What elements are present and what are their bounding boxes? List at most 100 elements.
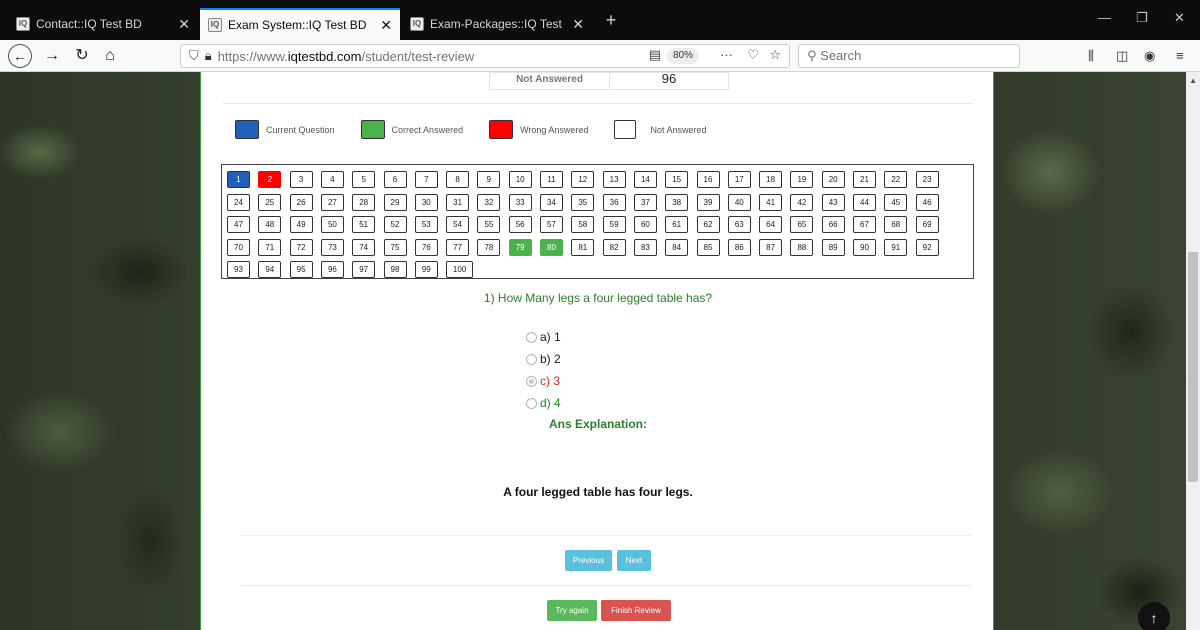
question-number-button[interactable]: 23 bbox=[915, 171, 939, 188]
question-number-button[interactable]: 34 bbox=[540, 193, 563, 211]
question-number-button[interactable]: 68 bbox=[884, 216, 908, 234]
question-number-button[interactable]: 40 bbox=[727, 193, 751, 211]
question-number-button[interactable]: 75 bbox=[383, 238, 407, 256]
page-scrollbar[interactable]: ▲ bbox=[1186, 72, 1200, 630]
question-number-button[interactable]: 21 bbox=[853, 171, 876, 188]
library-icon[interactable]: ⫼ bbox=[1088, 48, 1094, 64]
question-number-button[interactable]: 38 bbox=[665, 193, 689, 211]
sidebar-icon[interactable]: ◫ bbox=[1116, 48, 1128, 64]
question-number-button[interactable]: 46 bbox=[915, 193, 939, 211]
question-number-button[interactable]: 29 bbox=[383, 193, 407, 211]
question-number-button[interactable]: 37 bbox=[633, 193, 657, 211]
question-number-button[interactable]: 5 bbox=[352, 171, 376, 188]
question-number-button[interactable]: 39 bbox=[696, 193, 720, 211]
question-number-button[interactable]: 55 bbox=[477, 216, 501, 234]
question-number-button[interactable]: 35 bbox=[571, 193, 595, 211]
question-number-button[interactable]: 36 bbox=[602, 193, 626, 211]
question-number-button[interactable]: 33 bbox=[508, 193, 532, 211]
question-number-button[interactable]: 28 bbox=[352, 193, 376, 211]
scroll-up-arrow-icon[interactable]: ▲ bbox=[1189, 76, 1197, 85]
question-number-button[interactable]: 4 bbox=[320, 171, 344, 188]
question-number-button[interactable]: 47 bbox=[227, 216, 250, 234]
question-number-button[interactable]: 76 bbox=[414, 238, 438, 256]
finish-review-button[interactable]: Finish Review bbox=[601, 600, 671, 621]
question-number-button[interactable]: 3 bbox=[289, 171, 313, 188]
question-number-button[interactable]: 81 bbox=[571, 238, 595, 256]
forward-arrow-icon[interactable]: → bbox=[40, 44, 64, 68]
try-again-button[interactable]: Try again bbox=[547, 600, 597, 621]
question-number-button[interactable]: 99 bbox=[414, 261, 438, 279]
question-number-button[interactable]: 56 bbox=[508, 216, 532, 234]
question-number-button[interactable]: 87 bbox=[759, 238, 783, 256]
question-number-button[interactable]: 98 bbox=[383, 261, 407, 279]
question-number-button[interactable]: 1 bbox=[227, 171, 250, 188]
question-number-button[interactable]: 60 bbox=[633, 216, 657, 234]
question-number-button[interactable]: 10 bbox=[508, 171, 532, 188]
question-number-button[interactable]: 8 bbox=[446, 171, 470, 188]
search-input[interactable]: ⚲ Search bbox=[798, 44, 1020, 68]
option-a[interactable]: a) 1 bbox=[526, 326, 561, 348]
question-number-button[interactable]: 59 bbox=[602, 216, 626, 234]
question-number-button[interactable]: 78 bbox=[477, 238, 501, 256]
tab-exam-packages[interactable]: IQ Exam-Packages::IQ Test BD ✕ bbox=[402, 8, 592, 40]
question-number-button[interactable]: 90 bbox=[853, 238, 876, 256]
option-b[interactable]: b) 2 bbox=[526, 348, 561, 370]
question-number-button[interactable]: 93 bbox=[227, 261, 250, 279]
reload-icon[interactable]: ↻ bbox=[70, 44, 94, 68]
question-number-button[interactable]: 73 bbox=[320, 238, 344, 256]
question-number-button[interactable]: 57 bbox=[540, 216, 563, 234]
question-number-button[interactable]: 9 bbox=[477, 171, 501, 188]
question-number-button[interactable]: 89 bbox=[821, 238, 845, 256]
question-number-button[interactable]: 63 bbox=[727, 216, 751, 234]
next-button[interactable]: Next bbox=[617, 550, 651, 571]
question-number-button[interactable]: 11 bbox=[540, 171, 563, 188]
question-number-button[interactable]: 95 bbox=[289, 261, 313, 279]
question-number-button[interactable]: 94 bbox=[258, 261, 282, 279]
question-number-button[interactable]: 49 bbox=[289, 216, 313, 234]
question-number-button[interactable]: 43 bbox=[821, 193, 845, 211]
option-c[interactable]: c) 3 bbox=[526, 370, 561, 392]
account-icon[interactable]: ◉ bbox=[1144, 48, 1155, 64]
minimize-icon[interactable]: — bbox=[1098, 10, 1111, 25]
restore-icon[interactable]: ❐ bbox=[1136, 10, 1148, 26]
question-number-button[interactable]: 14 bbox=[633, 171, 657, 188]
question-number-button[interactable]: 84 bbox=[665, 238, 689, 256]
question-number-button[interactable]: 13 bbox=[602, 171, 626, 188]
menu-icon[interactable]: ≡ bbox=[1176, 48, 1184, 63]
question-number-button[interactable]: 70 bbox=[227, 238, 250, 256]
tab-close-icon[interactable]: ✕ bbox=[572, 16, 584, 33]
previous-button[interactable]: Previous bbox=[565, 550, 612, 571]
question-number-button[interactable]: 15 bbox=[665, 171, 689, 188]
radio-button[interactable] bbox=[526, 397, 537, 409]
radio-button[interactable] bbox=[526, 331, 537, 343]
bookmark-star-icon[interactable]: ☆ bbox=[769, 47, 781, 63]
scrollbar-thumb[interactable] bbox=[1188, 252, 1198, 482]
question-number-button[interactable]: 58 bbox=[571, 216, 595, 234]
question-number-button[interactable]: 44 bbox=[853, 193, 876, 211]
question-number-button[interactable]: 53 bbox=[414, 216, 438, 234]
question-number-button[interactable]: 27 bbox=[320, 193, 344, 211]
question-number-button[interactable]: 48 bbox=[258, 216, 282, 234]
question-number-button[interactable]: 91 bbox=[884, 238, 908, 256]
question-number-button[interactable]: 65 bbox=[790, 216, 814, 234]
question-number-button[interactable]: 16 bbox=[696, 171, 720, 188]
question-number-button[interactable]: 62 bbox=[696, 216, 720, 234]
question-number-button[interactable]: 85 bbox=[696, 238, 720, 256]
question-number-button[interactable]: 69 bbox=[915, 216, 939, 234]
question-number-button[interactable]: 31 bbox=[446, 193, 470, 211]
question-number-button[interactable]: 30 bbox=[414, 193, 438, 211]
question-number-button[interactable]: 71 bbox=[258, 238, 282, 256]
question-number-button[interactable]: 7 bbox=[414, 171, 438, 188]
question-number-button[interactable]: 61 bbox=[665, 216, 689, 234]
tab-close-icon[interactable]: ✕ bbox=[178, 16, 190, 33]
question-number-button[interactable]: 2 bbox=[258, 171, 282, 188]
question-number-button[interactable]: 72 bbox=[289, 238, 313, 256]
question-number-button[interactable]: 100 bbox=[446, 261, 474, 279]
question-number-button[interactable]: 67 bbox=[853, 216, 876, 234]
more-actions-icon[interactable]: ··· bbox=[720, 47, 733, 62]
question-number-button[interactable]: 79 bbox=[508, 238, 532, 256]
home-icon[interactable]: ⌂ bbox=[98, 44, 122, 68]
url-bar[interactable]: ⛉ 🔒︎ https://www. iqtestbd.com/student/te… bbox=[180, 44, 790, 68]
option-d[interactable]: d) 4 bbox=[526, 392, 561, 414]
question-number-button[interactable]: 20 bbox=[821, 171, 845, 188]
